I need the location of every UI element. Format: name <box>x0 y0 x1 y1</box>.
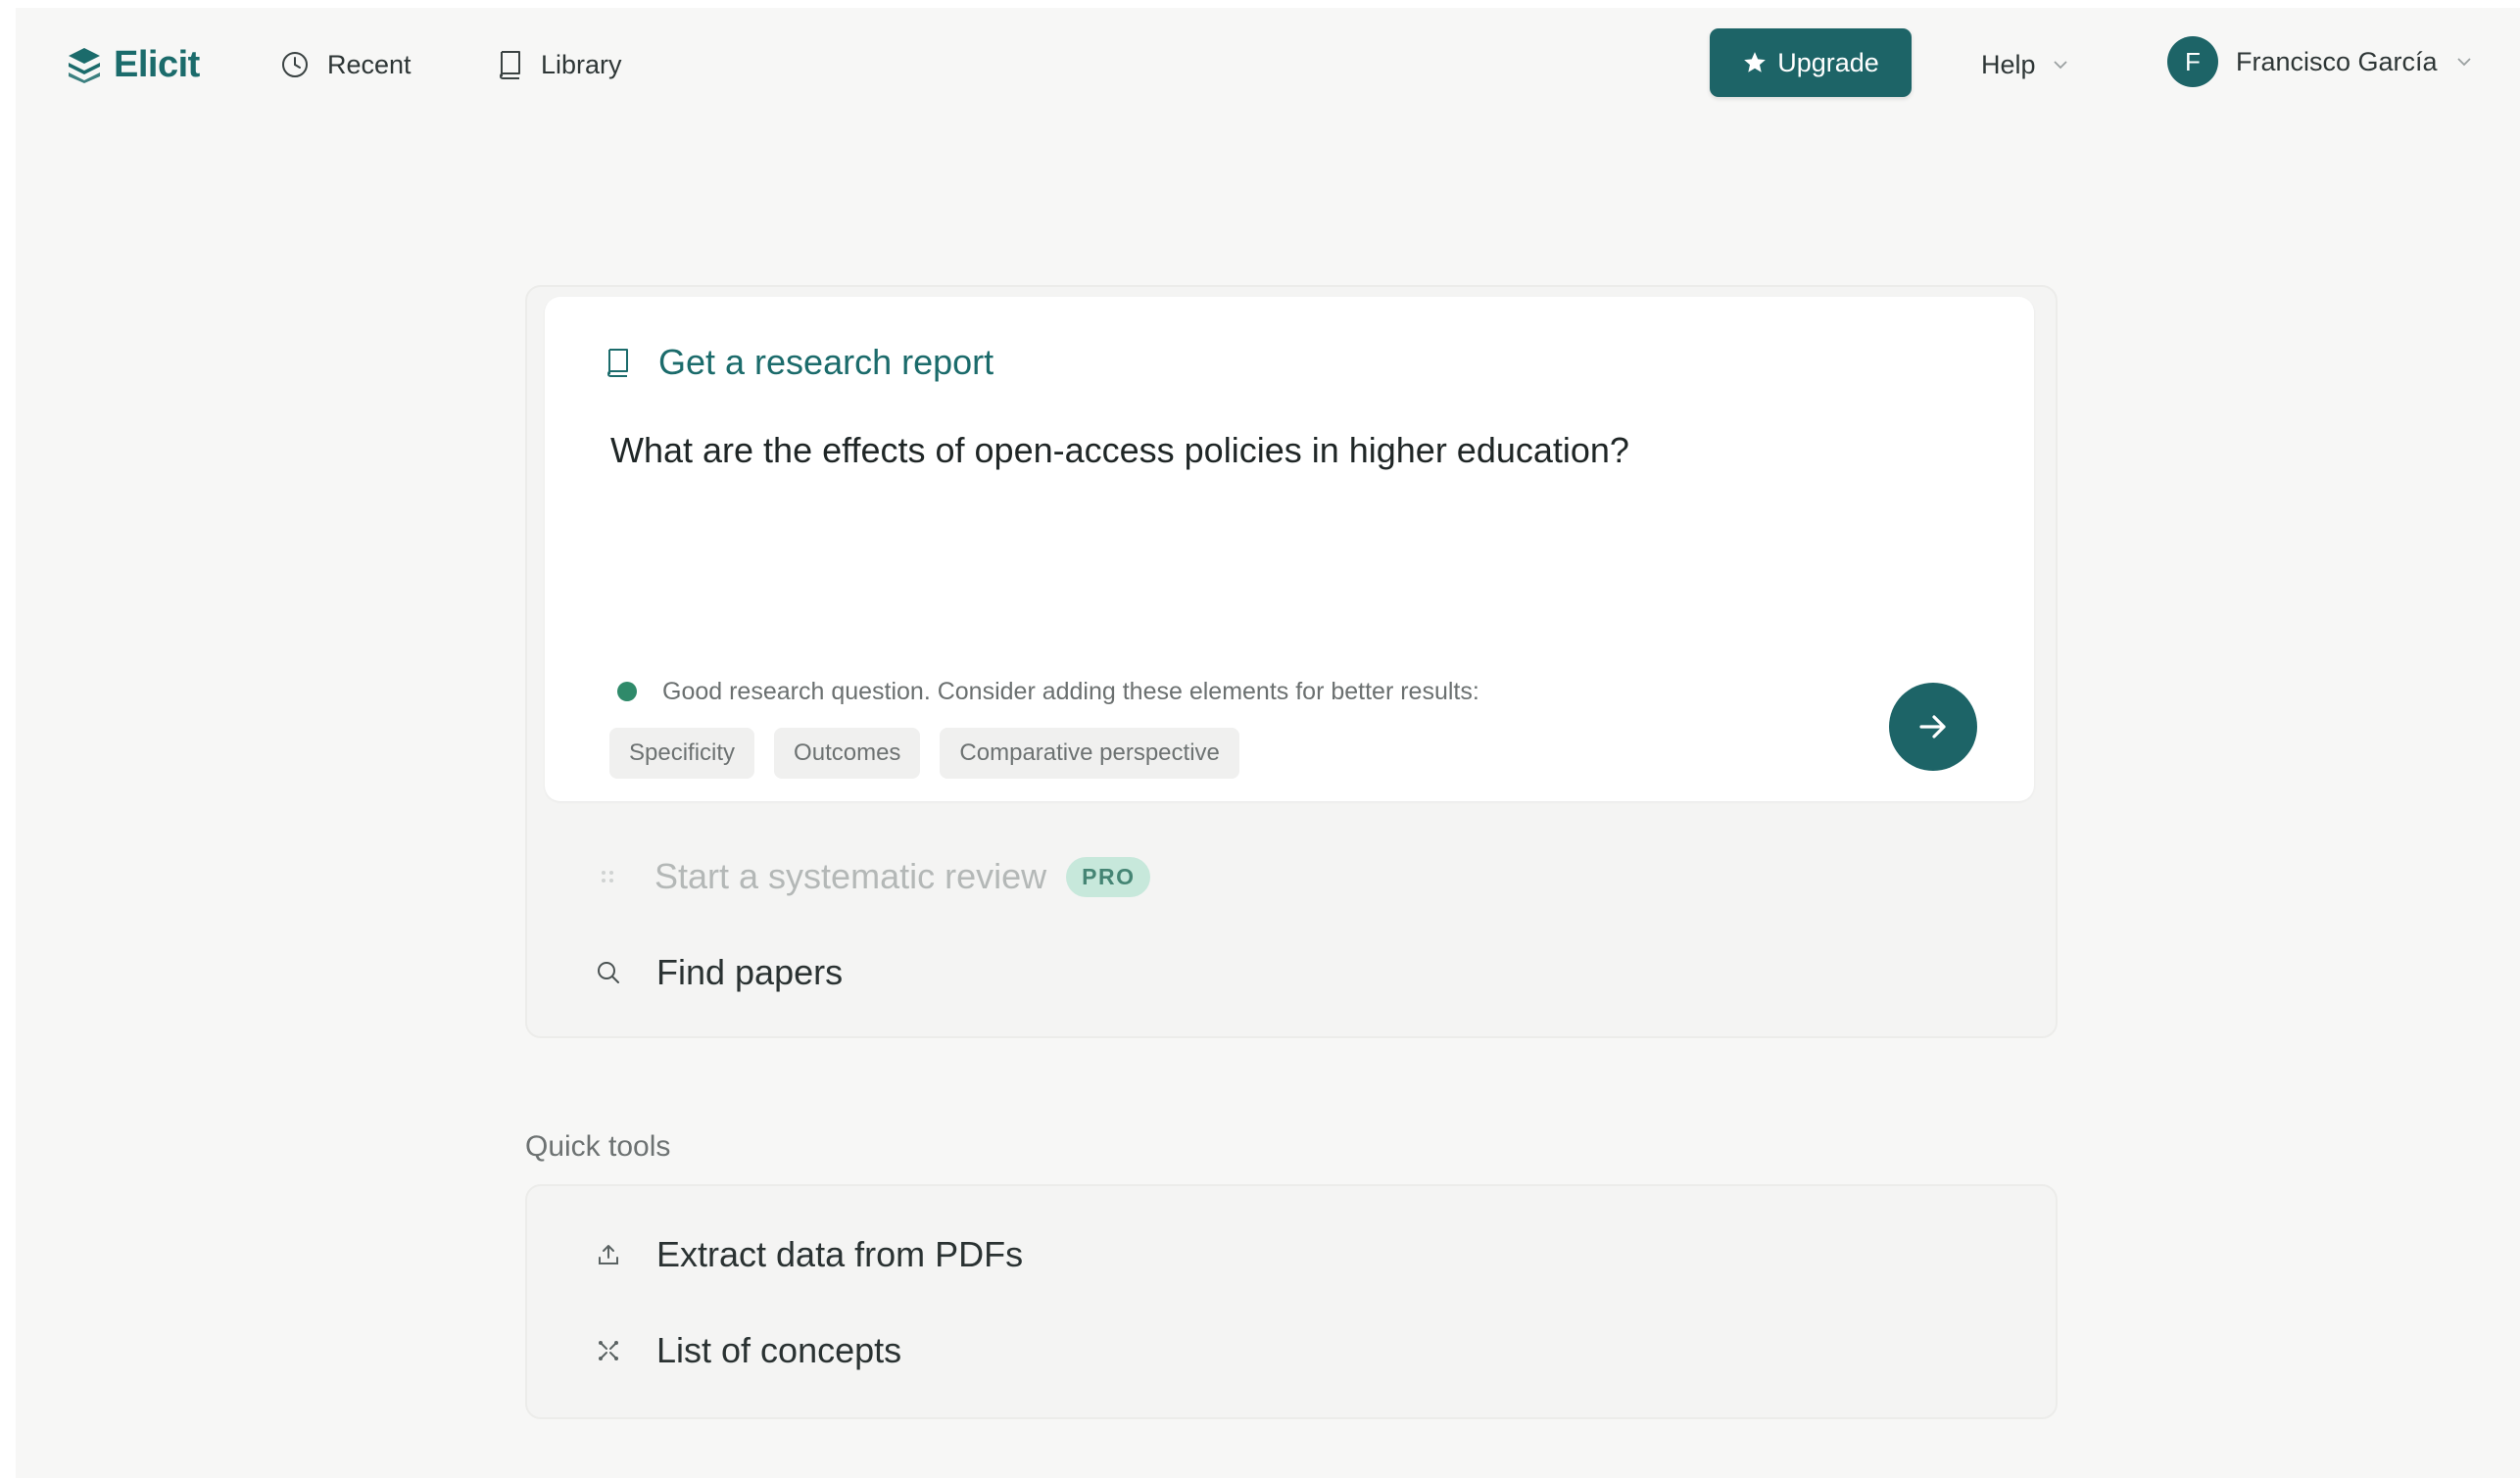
search-icon <box>598 962 619 983</box>
upload-icon <box>599 1245 618 1264</box>
nav-library[interactable]: Library <box>498 45 622 84</box>
upgrade-button[interactable]: Upgrade <box>1710 28 1912 97</box>
research-question-input[interactable]: What are the effects of open-access poli… <box>610 430 1884 471</box>
nav-library-label: Library <box>541 49 622 79</box>
nav-recent[interactable]: Recent <box>280 45 412 84</box>
book-icon <box>500 51 520 79</box>
report-title: Get a research report <box>658 342 994 382</box>
chevron-down-icon <box>2456 58 2471 67</box>
find-papers-option[interactable]: Find papers <box>596 948 843 997</box>
suggestion-chips: Specificity Outcomes Comparative perspec… <box>609 728 1239 779</box>
user-name: Francisco García <box>2236 46 2438 76</box>
list-of-concepts-option[interactable]: List of concepts <box>596 1326 901 1375</box>
user-menu[interactable]: F Francisco García <box>2167 35 2473 88</box>
concepts-icon <box>599 1341 618 1360</box>
top-nav: Elicit Recent Library Upgrade Help F Fra… <box>16 8 2520 116</box>
avatar-initial: F <box>2185 46 2201 76</box>
question-feedback: Good research question. Consider adding … <box>617 675 1479 708</box>
book-icon <box>607 349 628 377</box>
upgrade-label: Upgrade <box>1777 47 1879 77</box>
clock-icon <box>282 52 308 77</box>
help-menu[interactable]: Help <box>1981 45 2069 84</box>
list-of-concepts-label: List of concepts <box>656 1330 902 1370</box>
feedback-text: Good research question. Consider adding … <box>662 677 1479 705</box>
chip-specificity[interactable]: Specificity <box>609 728 755 779</box>
dots-icon <box>602 871 613 882</box>
help-label: Help <box>1981 49 2036 79</box>
find-papers-label: Find papers <box>656 952 844 992</box>
research-report-card: Get a research report What are the effec… <box>545 297 2034 801</box>
logo-link[interactable]: Elicit <box>67 41 200 88</box>
systematic-review-option[interactable]: Start a systematic review PRO <box>596 852 1151 901</box>
nav-recent-label: Recent <box>327 49 412 79</box>
submit-button[interactable] <box>1889 683 1977 771</box>
extract-data-label: Extract data from PDFs <box>656 1234 1024 1274</box>
systematic-review-label: Start a systematic review <box>654 856 1047 896</box>
chip-comparative-perspective[interactable]: Comparative perspective <box>940 728 1239 779</box>
pro-badge: PRO <box>1066 856 1151 897</box>
arrow-right-icon <box>1919 715 1946 739</box>
star-icon <box>1744 52 1767 72</box>
quick-tools-heading: Quick tools <box>525 1130 671 1163</box>
status-dot-icon <box>617 682 637 701</box>
elicit-logo-icon <box>69 48 100 83</box>
quick-tools-panel <box>525 1184 2058 1419</box>
logo-text: Elicit <box>114 43 200 85</box>
chip-outcomes[interactable]: Outcomes <box>774 728 921 779</box>
chevron-down-icon <box>2053 61 2067 70</box>
extract-data-option[interactable]: Extract data from PDFs <box>596 1230 1023 1279</box>
app-window: Elicit Recent Library Upgrade Help F Fra… <box>16 8 2520 1478</box>
avatar: F <box>2167 36 2218 87</box>
report-header[interactable]: Get a research report <box>606 340 993 385</box>
